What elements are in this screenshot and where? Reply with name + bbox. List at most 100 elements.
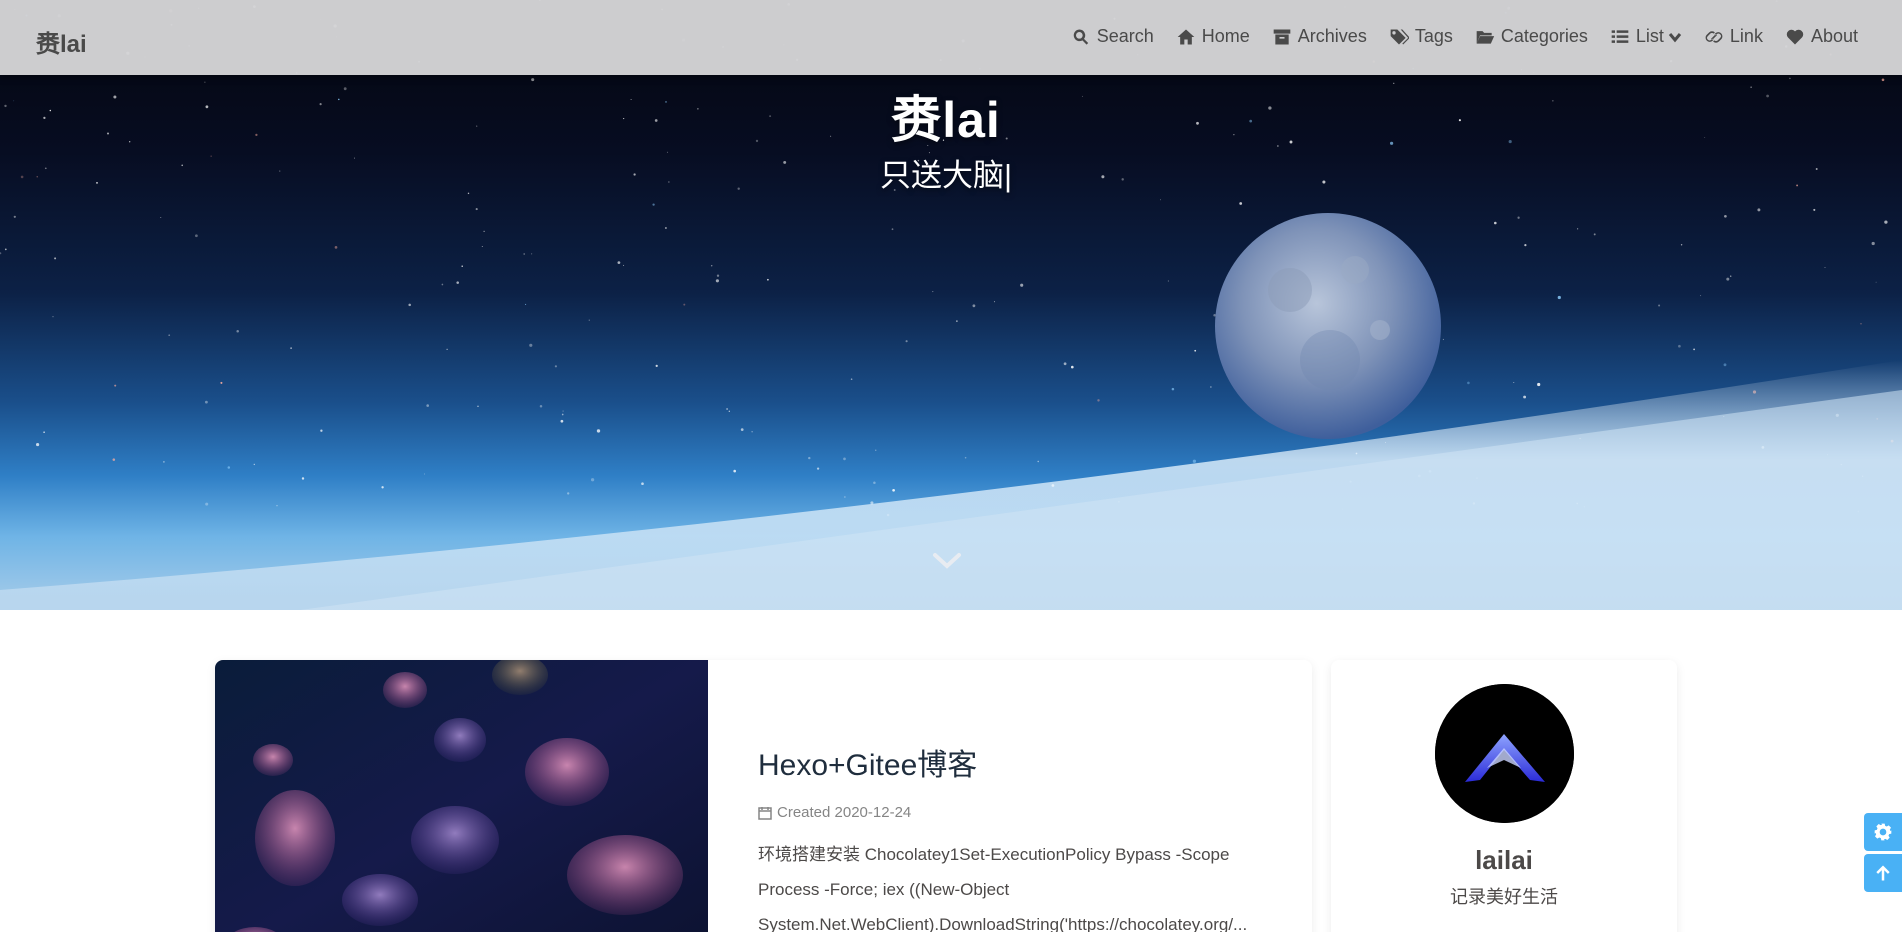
star [1824, 267, 1826, 268]
scroll-down-icon[interactable] [932, 552, 962, 570]
nav-item-label: About [1810, 26, 1858, 46]
star [726, 408, 729, 410]
nav-item-home[interactable]: Home [1176, 26, 1250, 47]
star [740, 428, 744, 431]
hero-banner: 赉lai 只送大脑| [0, 0, 1902, 610]
star [1693, 348, 1695, 351]
star [461, 265, 463, 268]
star [892, 488, 895, 492]
tags-icon [1390, 29, 1409, 44]
star [567, 492, 570, 495]
settings-button[interactable] [1864, 813, 1902, 851]
star [1577, 228, 1579, 230]
star [590, 478, 595, 482]
nav-item-archives[interactable]: Archives [1272, 26, 1367, 47]
star [52, 316, 54, 318]
star [112, 458, 116, 461]
post-info: Hexo+Gitee博客 Created 2020-12-24 环境搭建安装 C… [758, 740, 1272, 932]
star [843, 457, 846, 461]
nav-item-tags[interactable]: Tags [1389, 26, 1453, 47]
star [1729, 275, 1732, 277]
list-icon [1611, 29, 1629, 43]
nav-item-label: Archives [1297, 26, 1367, 46]
star [523, 253, 526, 255]
arrow-up-icon [1876, 865, 1890, 881]
star [1813, 208, 1816, 211]
star [320, 429, 323, 432]
star [253, 463, 256, 466]
star [539, 405, 543, 408]
star [1789, 77, 1791, 80]
site-subtitle: 只送大脑| [879, 158, 1013, 193]
star [873, 481, 876, 484]
star [905, 340, 908, 343]
star [715, 279, 719, 283]
calendar-icon [758, 806, 772, 820]
star [1524, 244, 1527, 247]
star [424, 473, 425, 475]
brand-logo[interactable]: 赉lai [36, 24, 87, 59]
star [891, 228, 894, 231]
star [0, 252, 2, 255]
star [1159, 199, 1162, 201]
star [1192, 459, 1197, 463]
star [1523, 395, 1527, 399]
star [588, 319, 590, 321]
star [301, 477, 305, 480]
star [1680, 244, 1683, 246]
star [1020, 283, 1024, 287]
star [236, 329, 239, 333]
star [1513, 382, 1515, 383]
star [36, 443, 40, 447]
star [808, 456, 811, 460]
star [956, 320, 958, 322]
star [1658, 304, 1661, 307]
star [1871, 241, 1875, 246]
star [114, 384, 117, 387]
star [683, 303, 686, 306]
star [477, 405, 479, 408]
star [710, 264, 713, 267]
search-icon [1073, 29, 1088, 45]
star [1593, 233, 1596, 236]
nav-menu: Search Home Archives Tags Categories Lis… [1049, 26, 1858, 47]
star [205, 502, 209, 506]
star [932, 291, 934, 293]
star [1557, 295, 1561, 300]
avatar[interactable] [1435, 684, 1574, 823]
star [767, 278, 769, 281]
nav-item-link[interactable]: Link [1704, 26, 1763, 47]
star [456, 281, 459, 284]
author-name: lailai [1475, 845, 1533, 875]
post-title-link[interactable]: Hexo+Gitee博客 [758, 740, 1272, 784]
star [1678, 344, 1681, 348]
star [1723, 363, 1727, 367]
nav-item-search[interactable]: Search [1071, 26, 1154, 47]
star [850, 378, 853, 381]
back-to-top-button[interactable] [1864, 854, 1902, 892]
star [13, 215, 16, 218]
post-cover-image[interactable] [215, 660, 708, 932]
star [1194, 349, 1197, 352]
nav-item-list[interactable]: List [1610, 26, 1682, 47]
star [733, 469, 736, 473]
nav-item-categories[interactable]: Categories [1475, 26, 1588, 47]
gear-icon [1874, 823, 1892, 841]
post-created-date: Created 2020-12-24 [777, 804, 912, 821]
nav-item-about[interactable]: About [1785, 26, 1858, 47]
star [716, 274, 720, 277]
home-icon [1177, 29, 1195, 44]
star [220, 381, 223, 384]
star [1037, 460, 1039, 463]
star [54, 257, 57, 260]
star [4, 248, 7, 251]
star [1442, 338, 1444, 341]
star [481, 245, 483, 248]
author-description: 记录美好生活 [1450, 887, 1558, 907]
star [160, 217, 162, 219]
star [751, 431, 753, 433]
chevron-down-icon [1668, 32, 1682, 42]
post-meta: Created 2020-12-24 [758, 804, 1272, 821]
post-excerpt: 环境搭建安装 Chocolatey1Set-ExecutionPolicy By… [758, 845, 1248, 932]
star [426, 404, 430, 407]
